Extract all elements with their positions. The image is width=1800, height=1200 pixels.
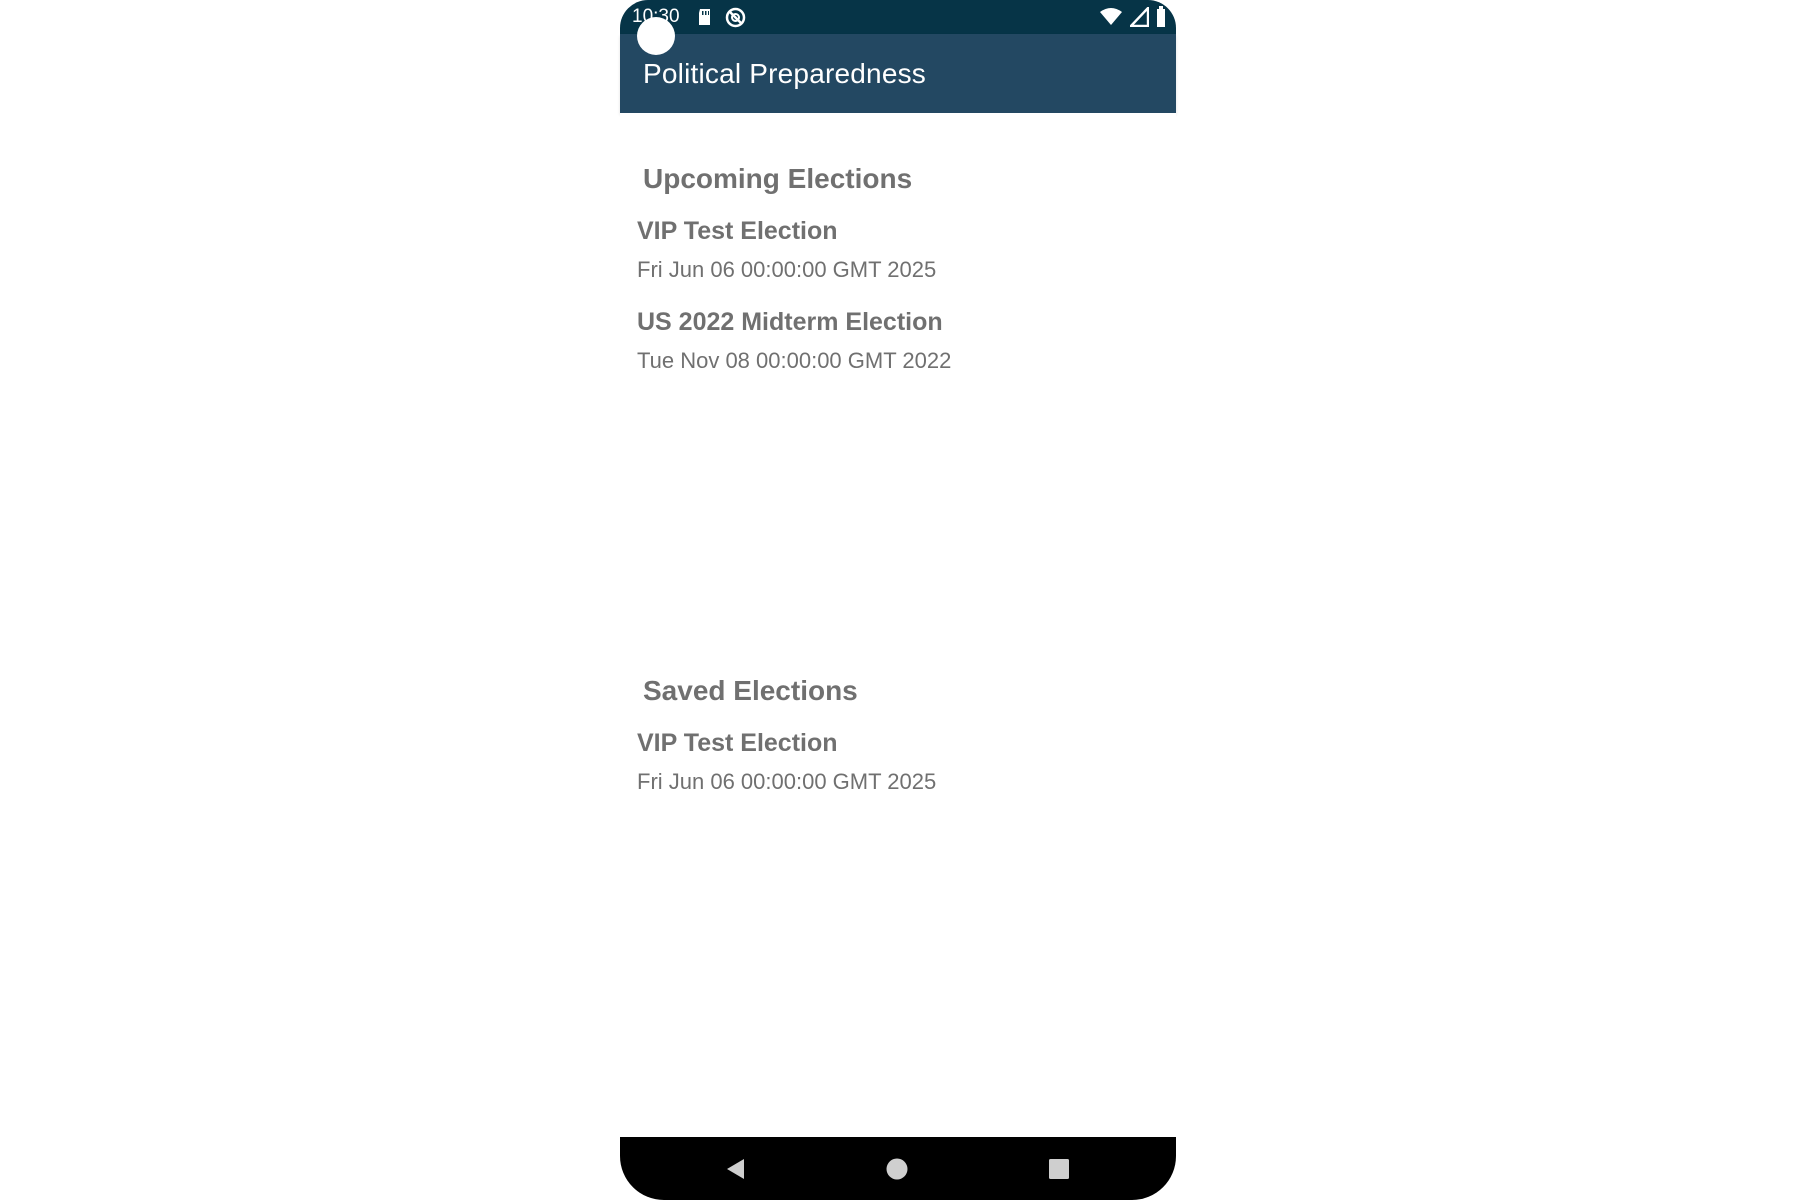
sd-card-icon <box>699 9 710 25</box>
saved-election-item-vip-test[interactable]: VIP Test Election Fri Jun 06 00:00:00 GM… <box>637 729 1137 820</box>
status-right-icons <box>1099 6 1166 28</box>
wifi-icon <box>1100 8 1122 25</box>
app-title: Political Preparedness <box>643 58 926 89</box>
home-icon <box>886 1158 908 1180</box>
battery-icon <box>1157 6 1165 27</box>
back-button[interactable] <box>720 1155 750 1183</box>
home-button[interactable] <box>882 1155 912 1183</box>
back-icon <box>727 1159 744 1179</box>
app-toolbar: Political Preparedness <box>620 34 1176 113</box>
election-date: Fri Jun 06 00:00:00 GMT 2025 <box>637 257 937 282</box>
upcoming-elections-list: VIP Test Election Fri Jun 06 00:00:00 GM… <box>637 217 1137 399</box>
election-name: VIP Test Election <box>637 217 838 245</box>
upcoming-elections-heading: Upcoming Elections <box>643 163 913 195</box>
recents-icon <box>1049 1159 1069 1179</box>
elections-content: Upcoming Elections VIP Test Election Fri… <box>620 113 1176 1137</box>
saved-elections-heading: Saved Elections <box>643 675 858 707</box>
election-name: US 2022 Midterm Election <box>637 308 943 336</box>
status-left-icons <box>697 7 746 27</box>
upcoming-election-item-us-2022-midterm[interactable]: US 2022 Midterm Election Tue Nov 08 00:0… <box>637 308 1137 399</box>
cellular-signal-icon <box>1130 7 1149 27</box>
screen-canvas: 10:30 <box>0 0 1800 1200</box>
election-date: Fri Jun 06 00:00:00 GMT 2025 <box>637 769 937 794</box>
election-date: Tue Nov 08 00:00:00 GMT 2022 <box>637 348 952 373</box>
phone-screen: 10:30 <box>620 0 1176 1200</box>
election-name: VIP Test Election <box>637 729 838 757</box>
touch-indicator <box>637 17 675 55</box>
no-disturb-icon <box>725 7 746 27</box>
status-bar: 10:30 <box>620 0 1176 34</box>
saved-elections-list: VIP Test Election Fri Jun 06 00:00:00 GM… <box>637 729 1137 820</box>
android-navigation-bar <box>620 1137 1176 1200</box>
recents-button[interactable] <box>1044 1155 1074 1183</box>
upcoming-election-item-vip-test[interactable]: VIP Test Election Fri Jun 06 00:00:00 GM… <box>637 217 1137 308</box>
